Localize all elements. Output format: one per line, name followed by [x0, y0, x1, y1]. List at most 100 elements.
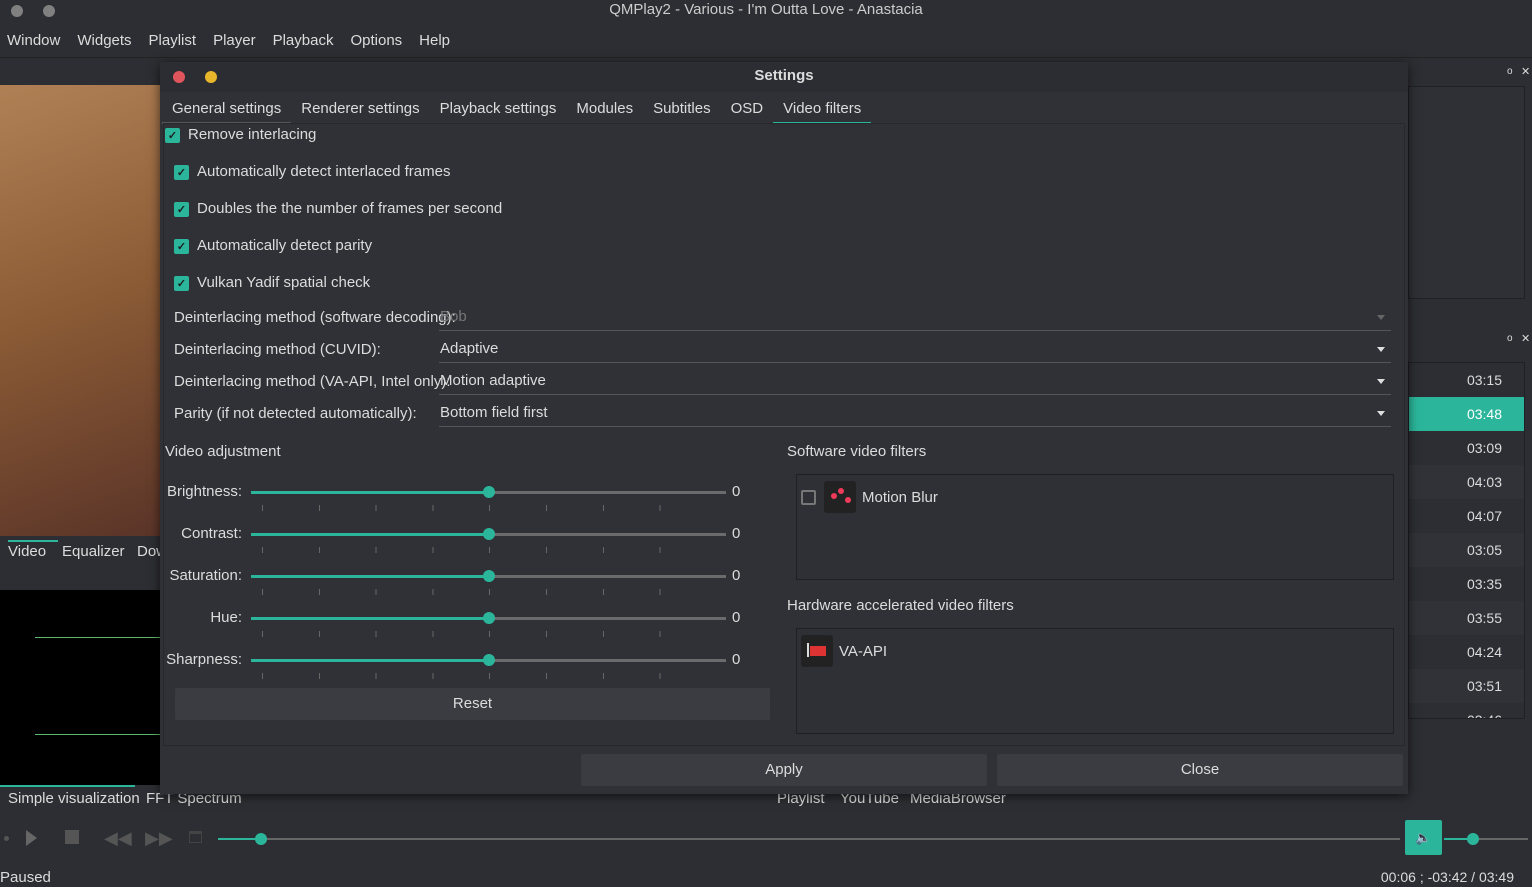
playlist-item[interactable]: 03:48 [1409, 397, 1524, 431]
tab-subtitles[interactable]: Subtitles [643, 96, 721, 124]
slider-ticks [262, 631, 662, 637]
slider-handle[interactable] [482, 528, 495, 540]
menu-player[interactable]: Player [213, 32, 256, 49]
playlist-item[interactable]: 03:51 [1409, 669, 1524, 703]
playlist-item[interactable]: 03:46 [1409, 703, 1524, 718]
stop-button[interactable] [65, 830, 79, 844]
next-button[interactable]: ▶▶ [145, 828, 173, 849]
menu-options[interactable]: Options [350, 32, 402, 49]
playlist-item[interactable]: 03:55 [1409, 601, 1524, 635]
volume-slider[interactable] [1444, 833, 1528, 845]
parity-select[interactable]: Bottom field first [439, 401, 1391, 427]
dialog-title: Settings [754, 67, 814, 84]
playlist-panel: 03:15 03:48 03:09 04:03 04:07 03:05 03:35 03:55… [1408, 362, 1525, 719]
menu-window[interactable]: Window [7, 32, 60, 49]
checkbox-label: Remove interlacing [188, 126, 317, 143]
hardware-filters-title: Hardware accelerated video filters [787, 597, 1014, 614]
auto-detect-parity-checkbox[interactable]: ✓ Automatically detect parity [174, 237, 372, 254]
select-value: Adaptive [440, 340, 499, 357]
info-panel [1408, 86, 1525, 299]
playlist-item[interactable]: 04:03 [1409, 465, 1524, 499]
tab-modules[interactable]: Modules [566, 96, 643, 124]
tab-osd[interactable]: OSD [721, 96, 774, 124]
dock-float-button[interactable]: o [1507, 333, 1513, 344]
cuvid-deinterlace-select[interactable]: Adaptive [439, 337, 1391, 363]
slider-label: Saturation: [169, 567, 242, 584]
filter-item-vaapi[interactable]: VA-API [801, 635, 887, 667]
chevron-down-icon [1377, 379, 1385, 388]
tab-general-settings[interactable]: General settings [162, 96, 292, 124]
double-fps-checkbox[interactable]: ✓ Doubles the the number of frames per se… [174, 200, 502, 217]
mute-button[interactable]: 🔈 [1405, 820, 1442, 855]
slider-handle[interactable] [482, 612, 495, 624]
slider-handle[interactable] [482, 486, 495, 498]
playlist-item[interactable]: 03:09 [1409, 431, 1524, 465]
close-button[interactable]: Close [997, 754, 1403, 786]
auto-detect-interlaced-checkbox[interactable]: ✓ Automatically detect interlaced frames [174, 163, 450, 180]
waveform-line [35, 637, 162, 638]
tab-simple-visualization[interactable]: Simple visualization [8, 790, 140, 807]
menu-playlist[interactable]: Playlist [149, 32, 197, 49]
menu-playback[interactable]: Playback [273, 32, 334, 49]
checkbox-icon: ✓ [174, 201, 189, 217]
slider-label: Contrast: [181, 525, 242, 542]
select-value: Bob [440, 308, 467, 325]
slider-fill [251, 575, 489, 578]
gpu-card-icon [801, 635, 833, 667]
combo-label: Deinterlacing method (VA-API, Intel only… [174, 373, 451, 390]
record-icon[interactable] [4, 836, 9, 841]
software-deinterlace-select[interactable]: Bob [439, 305, 1391, 331]
visualization [0, 590, 162, 785]
checkbox-icon: ✓ [165, 127, 180, 143]
tab-playback-settings[interactable]: Playback settings [430, 96, 567, 124]
fullscreen-button[interactable] [189, 831, 202, 843]
combo-label: Deinterlacing method (software decoding)… [174, 309, 456, 326]
slider-label: Sharpness: [166, 651, 242, 668]
dock-close-button[interactable]: ✕ [1521, 65, 1530, 78]
playlist-item[interactable]: 03:05 [1409, 533, 1524, 567]
seek-slider[interactable] [218, 833, 1400, 845]
menu-help[interactable]: Help [419, 32, 450, 49]
reset-button[interactable]: Reset [175, 688, 770, 720]
filter-item-motion-blur[interactable]: Motion Blur [801, 481, 938, 513]
menu-widgets[interactable]: Widgets [77, 32, 131, 49]
vaapi-deinterlace-select[interactable]: Motion adaptive [439, 369, 1391, 395]
tab-video-filters[interactable]: Video filters [773, 96, 872, 124]
video-adjustment-title: Video adjustment [165, 443, 281, 460]
playlist-item[interactable]: 03:15 [1409, 363, 1524, 397]
slider-handle[interactable] [482, 654, 495, 666]
vis-tab-indicator [0, 785, 135, 787]
slider-ticks [262, 589, 662, 595]
menu-divider [0, 57, 1532, 58]
dock-float-button[interactable]: o [1507, 66, 1513, 77]
saturation-slider[interactable] [251, 570, 726, 582]
seek-handle[interactable] [254, 833, 267, 845]
checkbox-icon[interactable] [801, 489, 816, 505]
slider-handle[interactable] [482, 570, 495, 582]
brightness-slider[interactable] [251, 486, 726, 498]
window-title: QMPlay2 - Various - I'm Outta Love - Ana… [609, 1, 923, 18]
tab-renderer-settings[interactable]: Renderer settings [291, 96, 429, 124]
sharpness-slider[interactable] [251, 654, 726, 666]
checkbox-label: Automatically detect parity [197, 237, 373, 254]
settings-tabs: General settings Renderer settings Playbac… [162, 96, 872, 124]
dock-close-button[interactable]: ✕ [1521, 332, 1530, 345]
slider-ticks [262, 547, 662, 553]
volume-handle[interactable] [1467, 833, 1480, 845]
slider-ticks [262, 505, 662, 511]
tab-equalizer[interactable]: Equalizer [62, 540, 125, 560]
contrast-slider[interactable] [251, 528, 726, 540]
hue-slider[interactable] [251, 612, 726, 624]
playlist-item[interactable]: 04:07 [1409, 499, 1524, 533]
vulkan-yadif-checkbox[interactable]: ✓ Vulkan Yadif spatial check [174, 274, 370, 291]
remove-interlacing-checkbox[interactable]: ✓ Remove interlacing [165, 126, 316, 143]
previous-button[interactable]: ◀◀ [104, 828, 132, 849]
playlist-item[interactable]: 03:35 [1409, 567, 1524, 601]
tab-video[interactable]: Video [8, 540, 58, 560]
play-button[interactable] [26, 830, 45, 846]
apply-button[interactable]: Apply [581, 754, 987, 786]
playlist-item[interactable]: 04:24 [1409, 635, 1524, 669]
checkbox-icon: ✓ [174, 164, 189, 180]
hardware-filters-list: VA-API [796, 628, 1394, 734]
filter-label: VA-API [839, 642, 888, 660]
